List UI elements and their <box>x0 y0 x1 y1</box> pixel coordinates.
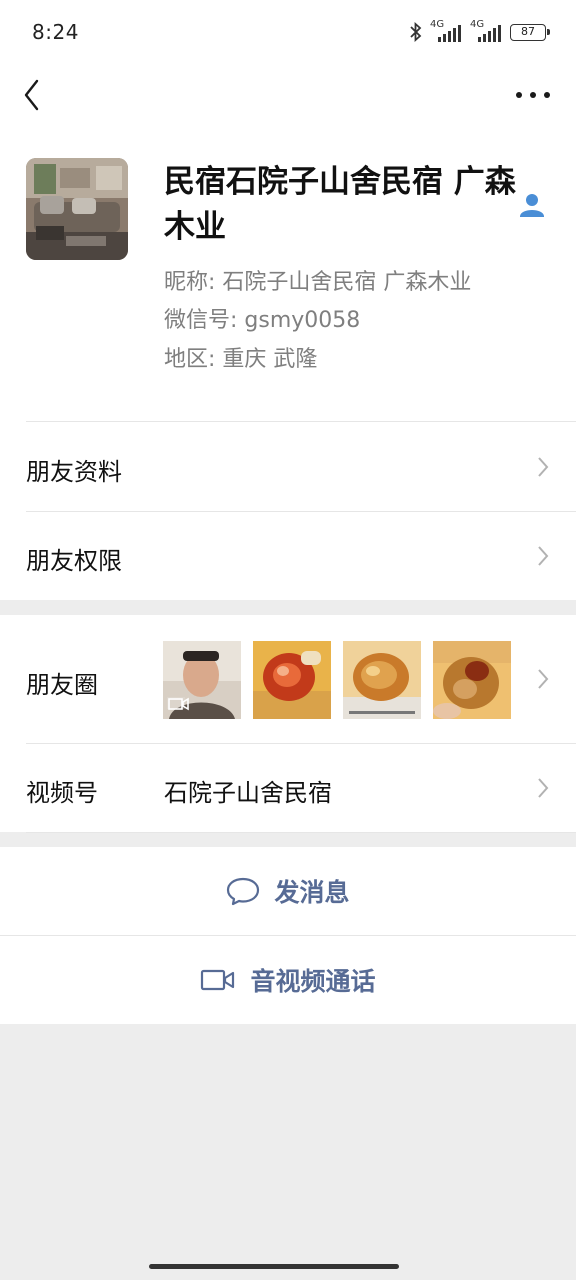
nickname-label: 昵称: <box>164 270 216 295</box>
region-value: 重庆 武隆 <box>222 347 318 372</box>
battery-icon: 87 <box>510 23 550 41</box>
row-friend-permissions[interactable]: 朋友权限 <box>0 511 576 600</box>
wechat-id-label: 微信号: <box>164 308 238 333</box>
video-call-button[interactable]: 音视频通话 <box>0 936 576 1024</box>
moment-thumb-food-2[interactable] <box>343 641 421 719</box>
status-icons: 4G 4G 87 <box>408 19 550 44</box>
row-channels[interactable]: 视频号 石院子山舍民宿 <box>0 743 576 832</box>
contact-tag-icon[interactable] <box>518 192 546 220</box>
avatar[interactable] <box>26 158 128 260</box>
home-indicator[interactable] <box>149 1264 399 1269</box>
video-camera-icon <box>201 969 235 991</box>
moment-thumb-food-1[interactable] <box>253 641 331 719</box>
profile-name: 民宿石院子山舍民宿 广森木业 <box>164 164 516 245</box>
nickname-line: 昵称: 石院子山舍民宿 广森木业 <box>164 264 471 296</box>
moments-thumbnails <box>163 641 511 719</box>
channels-value: 石院子山舍民宿 <box>164 779 332 807</box>
signal-icon-2: 4G <box>470 19 504 44</box>
friend-settings-section: 朋友资料 朋友权限 <box>0 422 576 600</box>
friend-info-label: 朋友资料 <box>26 458 122 486</box>
region-label: 地区: <box>164 347 216 372</box>
profile-header: 民宿石院子山舍民宿 广森木业 昵称: 石院子山舍民宿 广森木业 微信号: gsm… <box>0 130 576 422</box>
region-line: 地区: 重庆 武隆 <box>164 341 317 373</box>
nav-bar <box>0 64 576 130</box>
message-bubble-icon <box>227 877 260 906</box>
bluetooth-icon <box>410 21 422 43</box>
moments-label: 朋友圈 <box>26 671 98 699</box>
video-call-label: 音视频通话 <box>250 967 376 996</box>
moment-thumb-food-3[interactable] <box>433 641 511 719</box>
channels-label: 视频号 <box>26 779 98 807</box>
moment-thumb-video[interactable] <box>163 641 241 719</box>
status-time: 8:24 <box>32 20 79 44</box>
wechat-id-line: 微信号: gsmy0058 <box>164 302 360 334</box>
divider <box>26 832 576 833</box>
status-bar: 8:24 4G 4G 87 <box>0 0 576 64</box>
chevron-right-icon <box>538 778 549 798</box>
nickname-value: 石院子山舍民宿 广森木业 <box>222 270 472 295</box>
back-icon[interactable] <box>20 78 44 112</box>
chevron-right-icon <box>538 546 549 566</box>
send-message-label: 发消息 <box>274 878 350 907</box>
moments-section: 朋友圈 视频号 石院子山舍民宿 <box>0 615 576 833</box>
send-message-button[interactable]: 发消息 <box>0 847 576 935</box>
friend-permissions-label: 朋友权限 <box>26 547 122 575</box>
signal-icon-1: 4G <box>430 19 464 44</box>
chevron-right-icon <box>538 457 549 477</box>
more-icon[interactable] <box>516 90 550 100</box>
chevron-right-icon <box>538 669 549 689</box>
wechat-id-value: gsmy0058 <box>244 308 361 333</box>
row-moments[interactable]: 朋友圈 <box>0 615 576 743</box>
row-friend-info[interactable]: 朋友资料 <box>0 422 576 511</box>
